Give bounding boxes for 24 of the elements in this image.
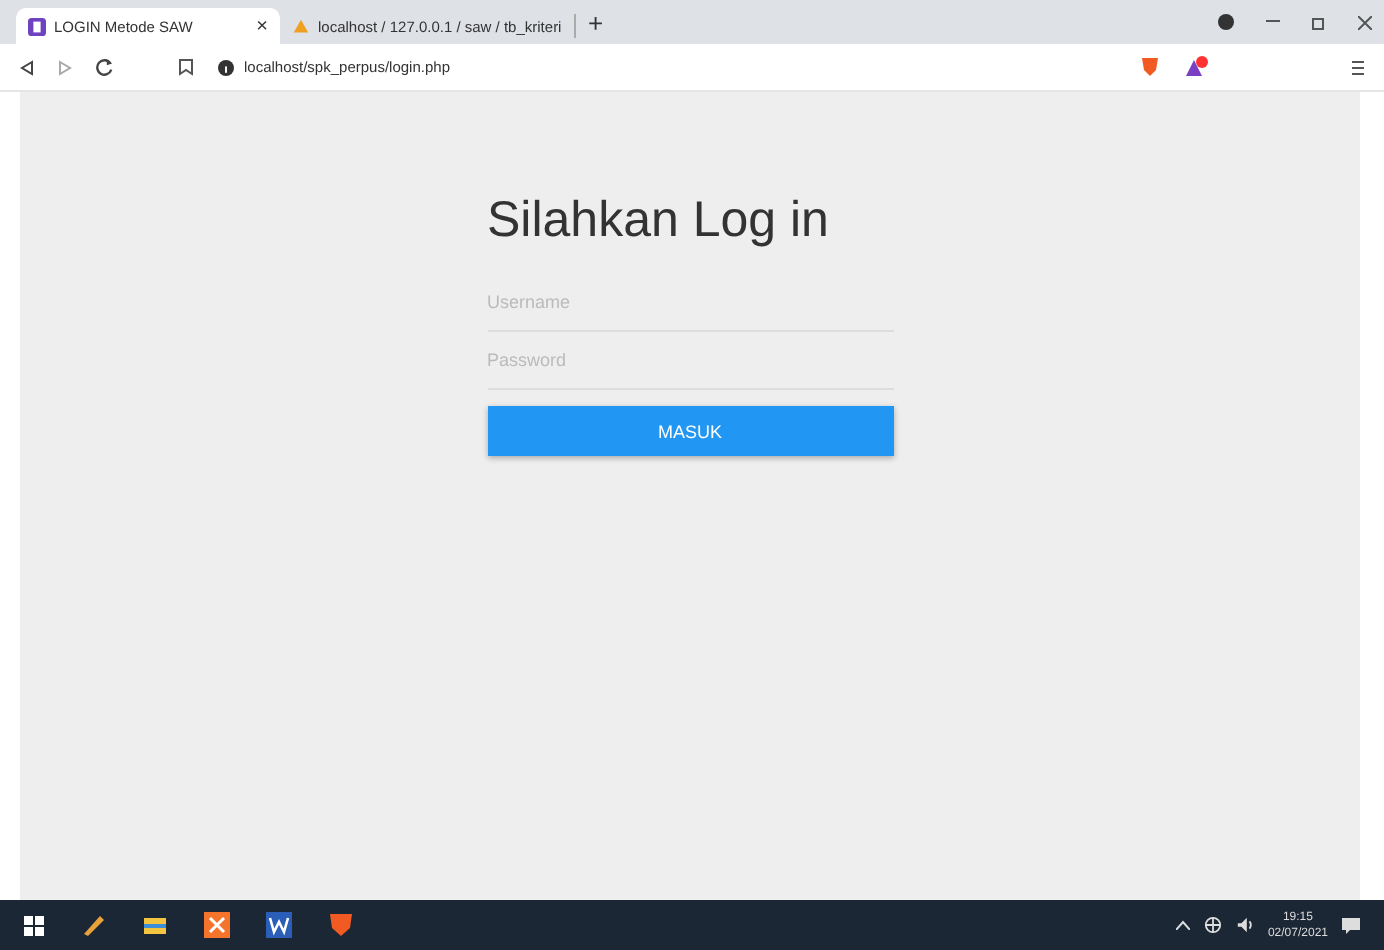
shield-icon[interactable] [1140,56,1160,78]
profile-icon[interactable] [1218,14,1234,30]
reload-icon[interactable] [96,58,114,76]
folder-icon[interactable] [142,912,168,938]
info-icon[interactable] [218,59,234,75]
new-tab-button[interactable]: + [588,8,604,38]
chevron-icon[interactable] [1175,920,1190,930]
back-icon[interactable] [20,59,34,75]
pencil-icon[interactable] [80,912,106,938]
menu-icon[interactable] [1352,59,1364,75]
close-icon[interactable]: × [256,15,268,37]
shield-icon[interactable] [328,912,354,938]
speaker-icon[interactable] [1235,916,1254,934]
close-icon[interactable] [1358,15,1372,29]
bookmark-icon[interactable] [178,58,194,76]
page-icon [28,17,46,35]
minimize-icon[interactable] [1266,20,1280,24]
word-icon[interactable] [266,912,292,938]
notification-icon[interactable] [1342,915,1360,935]
restore-icon[interactable] [1312,15,1326,29]
network-icon[interactable] [1203,916,1222,934]
windows-icon[interactable] [24,915,44,935]
triangle-icon[interactable] [1184,56,1208,78]
login-heading: Silahkan Log in [487,192,831,250]
